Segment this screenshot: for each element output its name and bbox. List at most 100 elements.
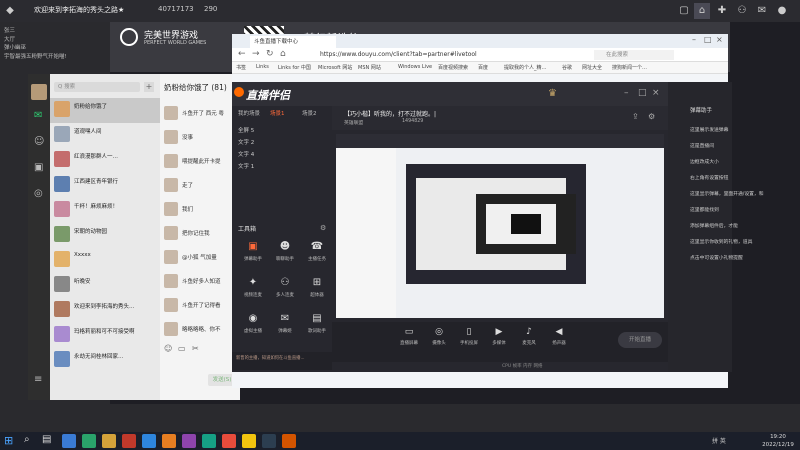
message-icon[interactable]: ✉ [754,3,770,19]
list-item[interactable]: 永劫无间桂林回家… [50,348,160,373]
room-info: 【巧小楷】听我的，打不过就跑。| 英雄联盟 1494829 ⇪ ⚙ [332,106,668,130]
input-method[interactable]: 拼 英 [712,436,726,445]
taskbar-app-icon[interactable] [182,434,196,448]
source-control-button[interactable]: ◀ 扬声器 [544,326,574,356]
forward-icon[interactable]: → [252,49,260,59]
taskbar-app-icon[interactable] [122,434,136,448]
gamepad-icon[interactable]: ⚇ [734,3,750,19]
tab-douyu-download[interactable]: 斗鱼直播下载中心 [250,36,336,48]
level-badge-icon: ♛ [548,88,557,99]
control-icon: ◀ [555,327,563,337]
settings-icon[interactable]: ⚙ [648,112,655,121]
taskbar-app-icon[interactable] [282,434,296,448]
moments-icon[interactable]: ◎ [34,188,43,199]
tool-button[interactable]: ☎ 主播任务 [302,240,332,270]
task-view-icon[interactable]: ▤ [42,434,51,445]
scene-source-item[interactable]: 全屏 5 [238,126,254,134]
scene-source-item[interactable]: 文字 1 [238,162,254,170]
list-item[interactable]: 道观嘿人间 [50,123,160,148]
bookmark-item[interactable]: 书签 [236,64,246,71]
settings-icon[interactable]: ⚙ [320,224,326,232]
taskbar-app-icon[interactable] [202,434,216,448]
maximize-icon[interactable]: □ [638,88,647,98]
clock[interactable]: 19:20 2022/12/19 [758,433,798,449]
room-title[interactable]: 【巧小楷】听我的，打不过就跑。| [344,109,436,118]
taskbar-app-icon[interactable] [262,434,276,448]
tool-button[interactable]: ⚇ 多人连麦 [270,276,300,306]
taskbar-app-icon[interactable] [222,434,236,448]
scissors-icon[interactable]: ✂ [192,344,199,353]
home-icon[interactable]: ⌂ [694,3,710,19]
back-icon[interactable]: ← [238,49,246,59]
bookmark-item[interactable]: 百度视频搜索 [438,64,468,71]
home-page-icon[interactable]: ⌂ [280,49,286,59]
share-icon[interactable]: ⇪ [632,112,639,121]
bookmark-item[interactable]: Microsoft 网站 [318,64,352,71]
list-item[interactable]: 千杯！麻烦麻烦！ [50,198,160,223]
avatar [54,151,70,167]
url-input[interactable]: https://www.douyu.com/client?tab=partner… [320,50,570,60]
scene-tab[interactable]: 场景1 [270,109,285,117]
scene-source-item[interactable]: 文字 2 [238,138,254,146]
bookmark-item[interactable]: 提取我的个人_精… [504,64,547,71]
scene-tab[interactable]: 我的场景 [238,109,260,117]
contacts-icon[interactable]: ☺ [34,136,44,147]
tool-button[interactable]: ▣ 弹幕助手 [238,240,268,270]
bookmark-item[interactable]: 网址大全 [582,64,602,71]
favorites-icon[interactable]: ▣ [34,162,43,173]
list-item[interactable]: 欢迎来到李拓海的秀头… [50,298,160,323]
search-icon[interactable]: ⌕ [24,434,30,445]
list-item[interactable]: 奶粉给你饿了 [50,98,160,123]
taskbar-app-icon[interactable] [142,434,156,448]
list-item[interactable]: 听晚安 [50,273,160,298]
scene-source-item[interactable]: 文字 4 [238,150,254,158]
taskbar-app-icon[interactable] [82,434,96,448]
menu-icon[interactable]: ≡ [34,374,42,385]
taskbar-app-icon[interactable] [242,434,256,448]
close-icon[interactable]: × [652,88,660,98]
list-item[interactable]: 玛格莉丽和可不可接受啊 [50,323,160,348]
control-icon: ♪ [526,327,532,337]
minimize-icon[interactable]: – [692,35,696,44]
pin-icon[interactable]: ▢ [676,3,692,19]
taskbar-app-icon[interactable] [62,434,76,448]
taskbar-app-icon[interactable] [102,434,116,448]
chat-icon[interactable]: ✉ [34,110,42,121]
add-chat-button[interactable]: + [144,82,154,92]
bookmark-item[interactable]: MSN 网站 [358,64,381,71]
stream-preview[interactable] [336,134,664,318]
list-item[interactable]: 宋朝的动物园 [50,223,160,248]
windows-start-icon[interactable]: ⊞ [4,434,13,447]
avatar[interactable] [31,84,47,100]
bookmark-item[interactable]: Windows Live [398,64,432,70]
tool-button[interactable]: ✉ 弹幕姬 [270,312,300,342]
start-live-button[interactable]: 开始直播 [618,332,662,348]
shirt-icon[interactable]: ✚ [714,3,730,19]
bookmark-item[interactable]: Links [256,64,269,70]
bookmark-item[interactable]: 百度 [478,64,488,71]
avatar-icon[interactable]: ● [774,3,790,19]
tool-label: 弹幕助手 [244,257,262,262]
list-item[interactable]: Xxxxx [50,248,160,273]
reload-icon[interactable]: ↻ [266,49,274,59]
tool-button[interactable]: ✦ 视频连麦 [238,276,268,306]
list-item[interactable]: 江西建区青年银行 [50,173,160,198]
tool-button[interactable]: ⊞ 超体器 [302,276,332,306]
browser-search-input[interactable]: 在此搜索 [594,50,674,60]
bookmark-item[interactable]: Links for 中国 [278,64,311,71]
minimize-icon[interactable]: – [624,88,629,98]
maximize-icon[interactable]: □ [704,35,712,44]
scene-tab[interactable]: 场景2 [302,109,317,117]
taskbar-app-icon[interactable] [162,434,176,448]
tool-button[interactable]: ▤ 歌词助手 [302,312,332,342]
close-icon[interactable]: × [716,35,723,44]
list-item[interactable]: 红浪漫那群人一… [50,148,160,173]
search-input[interactable]: Q 搜索 [54,82,140,92]
emoji-icon[interactable]: ☺ [164,344,172,353]
folder-icon[interactable]: ▭ [178,344,186,353]
avatar [164,274,178,288]
bookmark-item[interactable]: 谷歌 [562,64,572,71]
tool-button[interactable]: ◉ 虚拟主播 [238,312,268,342]
bookmark-item[interactable]: 搜狗新闻一个… [612,64,647,71]
tool-button[interactable]: ☻ 聊聊助手 [270,240,300,270]
